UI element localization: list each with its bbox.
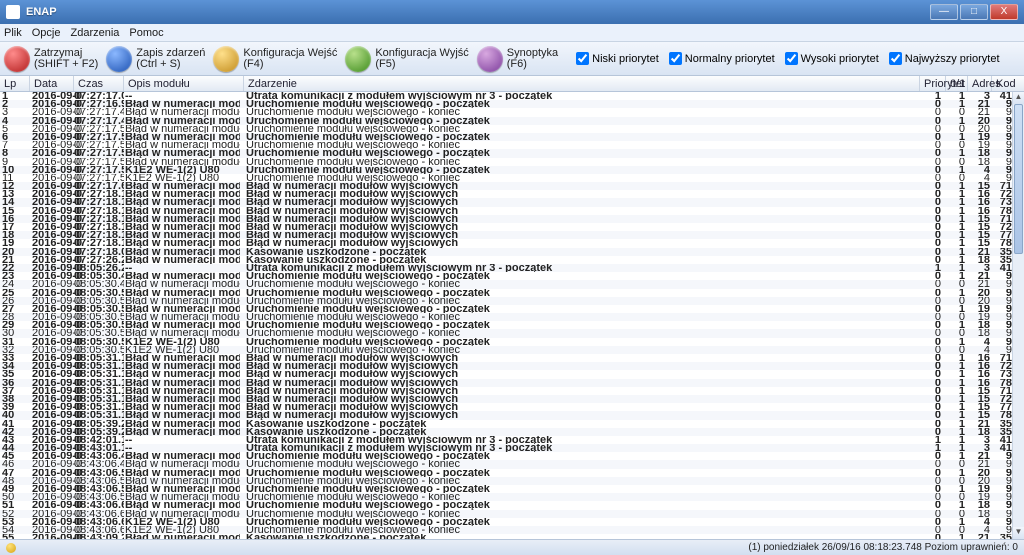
table-row[interactable]: 162016-09-0307:27:18.167Błąd w numeracji… bbox=[0, 215, 1012, 223]
table-row[interactable]: 282016-09-0308:05:30.530Błąd w numeracji… bbox=[0, 313, 1012, 321]
table-row[interactable]: 122016-09-0307:27:17.619Błąd w numeracji… bbox=[0, 182, 1012, 190]
table-row[interactable]: 412016-09-0308:05:39.286Błąd w numeracji… bbox=[0, 420, 1012, 428]
table-row[interactable]: 472016-09-0308:43:06.525Błąd w numeracji… bbox=[0, 469, 1012, 477]
table-row[interactable]: 332016-09-0308:05:31.131Błąd w numeracji… bbox=[0, 354, 1012, 362]
col-zd[interactable]: Zdarzenie bbox=[244, 76, 920, 91]
table-row[interactable]: 32016-09-0307:27:17.467Błąd w numeracji … bbox=[0, 108, 1012, 116]
scroll-thumb[interactable] bbox=[1014, 104, 1023, 254]
menu-zdarzenia[interactable]: Zdarzenia bbox=[70, 27, 119, 39]
table-row[interactable]: 172016-09-0307:27:18.167Błąd w numeracji… bbox=[0, 223, 1012, 231]
config-out-icon bbox=[345, 46, 371, 72]
scroll-up-icon[interactable]: ▲ bbox=[1013, 92, 1024, 104]
col-czas[interactable]: Czas bbox=[74, 76, 124, 91]
table-row[interactable]: 112016-09-0307:27:17.595K1E2 WE-1(2) U80… bbox=[0, 174, 1012, 182]
table-row[interactable]: 312016-09-0308:05:30.596K1E2 WE-1(2) U80… bbox=[0, 338, 1012, 346]
table-row[interactable]: 492016-09-0308:43:06.573Błąd w numeracji… bbox=[0, 485, 1012, 493]
menu-opcje[interactable]: Opcje bbox=[32, 27, 61, 39]
check-najwyzszy[interactable]: Najwyższy priorytet bbox=[889, 52, 1000, 65]
table-row[interactable]: 192016-09-0307:27:18.168Błąd w numeracji… bbox=[0, 239, 1012, 247]
table-row[interactable]: 252016-09-0308:05:30.501Błąd w numeracji… bbox=[0, 289, 1012, 297]
col-opis[interactable]: Opis modułu bbox=[124, 76, 244, 91]
synoptyka-icon bbox=[477, 46, 503, 72]
tb-konf-wejsc[interactable]: Konfiguracja Wejść(F4) bbox=[213, 46, 337, 72]
table-row[interactable]: 452016-09-0308:43:06.490Błąd w numeracji… bbox=[0, 452, 1012, 460]
table-row[interactable]: 52016-09-0307:27:17.500Błąd w numeracji … bbox=[0, 125, 1012, 133]
table-row[interactable]: 462016-09-0308:43:06.490Błąd w numeracji… bbox=[0, 460, 1012, 468]
table-row[interactable]: 62016-09-0307:27:17.528Błąd w numeracji … bbox=[0, 133, 1012, 141]
table-row[interactable]: 342016-09-0308:05:31.131Błąd w numeracji… bbox=[0, 362, 1012, 370]
table-row[interactable]: 272016-09-0308:05:30.530Błąd w numeracji… bbox=[0, 305, 1012, 313]
table-row[interactable]: 352016-09-0308:05:31.131Błąd w numeracji… bbox=[0, 370, 1012, 378]
check-niski[interactable]: Niski priorytet bbox=[576, 52, 659, 65]
config-in-icon bbox=[213, 46, 239, 72]
table-row[interactable]: 502016-09-0308:43:06.573Błąd w numeracji… bbox=[0, 493, 1012, 501]
table-row[interactable]: 142016-09-0307:27:18.131Błąd w numeracji… bbox=[0, 198, 1012, 206]
table-row[interactable]: 82016-09-0307:27:17.563Błąd w numeracji … bbox=[0, 149, 1012, 157]
table-row[interactable]: 532016-09-0308:43:06.653K1E2 WE-1(2) U80… bbox=[0, 518, 1012, 526]
status-indicator-icon bbox=[6, 543, 16, 553]
tb-zapis[interactable]: Zapis zdarzeń(Ctrl + S) bbox=[106, 46, 205, 72]
table-row[interactable]: 42016-09-0307:27:17.499Błąd w numeracji … bbox=[0, 117, 1012, 125]
table-row[interactable]: 432016-09-0308:42:01.130--Utrata komunik… bbox=[0, 436, 1012, 444]
table-row[interactable]: 202016-09-0307:27:18.094Błąd w numeracji… bbox=[0, 248, 1012, 256]
table-row[interactable]: 422016-09-0308:05:39.260Błąd w numeracji… bbox=[0, 428, 1012, 436]
save-icon bbox=[106, 46, 132, 72]
table-row[interactable]: 442016-09-0308:43:01.128--Utrata komunik… bbox=[0, 444, 1012, 452]
table-row[interactable]: 212016-09-0307:27:26.261Błąd w numeracji… bbox=[0, 256, 1012, 264]
table-row[interactable]: 22016-09-0307:27:16.955Błąd w numeracji … bbox=[0, 100, 1012, 108]
minimize-button[interactable]: — bbox=[930, 4, 958, 20]
status-bar: (1) poniedziałek 26/09/16 08:18:23.748 P… bbox=[0, 539, 1024, 555]
title-bar: ENAP — □ X bbox=[0, 0, 1024, 24]
table-row[interactable]: 222016-09-0308:05:26.249--Utrata komunik… bbox=[0, 264, 1012, 272]
table-row[interactable]: 402016-09-0308:05:31.168Błąd w numeracji… bbox=[0, 411, 1012, 419]
tb-zatrzymaj[interactable]: Zatrzymaj(SHIFT + F2) bbox=[4, 46, 98, 72]
table-row[interactable]: 522016-09-0308:43:06.613Błąd w numeracji… bbox=[0, 510, 1012, 518]
table-row[interactable]: 382016-09-0308:05:31.168Błąd w numeracji… bbox=[0, 395, 1012, 403]
table-row[interactable]: 12016-09-0307:27:17.089--Utrata komunika… bbox=[0, 92, 1012, 100]
toolbar: Zatrzymaj(SHIFT + F2) Zapis zdarzeń(Ctrl… bbox=[0, 42, 1024, 76]
table-row[interactable]: 542016-09-0308:43:06.653K1E2 WE-1(2) U80… bbox=[0, 526, 1012, 534]
table-row[interactable]: 392016-09-0308:05:31.168Błąd w numeracji… bbox=[0, 403, 1012, 411]
window-title: ENAP bbox=[26, 6, 928, 18]
table-row[interactable]: 262016-09-0308:05:30.501Błąd w numeracji… bbox=[0, 297, 1012, 305]
vertical-scrollbar[interactable]: ▲ ▼ bbox=[1012, 92, 1024, 539]
priority-checks: Niski priorytet Normalny priorytet Wysok… bbox=[576, 52, 999, 65]
table-row[interactable]: 132016-09-0307:27:18.131Błąd w numeracji… bbox=[0, 190, 1012, 198]
app-icon bbox=[6, 5, 20, 19]
table-row[interactable]: 362016-09-0308:05:31.131Błąd w numeracji… bbox=[0, 379, 1012, 387]
table-header: Lp ▼ Data Czas Opis modułu Zdarzenie Pri… bbox=[0, 76, 1024, 92]
col-lp[interactable]: Lp ▼ bbox=[0, 76, 30, 91]
table-row[interactable]: 512016-09-0308:43:06.613Błąd w numeracji… bbox=[0, 501, 1012, 509]
tb-synoptyka[interactable]: Synoptyka(F6) bbox=[477, 46, 558, 72]
menu-plik[interactable]: Plik bbox=[4, 27, 22, 39]
table-row[interactable]: 482016-09-0308:43:06.525Błąd w numeracji… bbox=[0, 477, 1012, 485]
col-01[interactable]: 0/1 bbox=[946, 76, 968, 91]
scroll-down-icon[interactable]: ▼ bbox=[1013, 527, 1024, 539]
stop-icon bbox=[4, 46, 30, 72]
table-row[interactable]: 232016-09-0308:05:30.466Błąd w numeracji… bbox=[0, 272, 1012, 280]
check-wysoki[interactable]: Wysoki priorytet bbox=[785, 52, 879, 65]
table-row[interactable]: 292016-09-0308:05:30.562Błąd w numeracji… bbox=[0, 321, 1012, 329]
table-row[interactable]: 182016-09-0307:27:18.167Błąd w numeracji… bbox=[0, 231, 1012, 239]
table-body: 12016-09-0307:27:17.089--Utrata komunika… bbox=[0, 92, 1012, 539]
tb-konf-wyjsc[interactable]: Konfiguracja Wyjść(F5) bbox=[345, 46, 468, 72]
maximize-button[interactable]: □ bbox=[960, 4, 988, 20]
table-row[interactable]: 92016-09-0307:27:17.563Błąd w numeracji … bbox=[0, 158, 1012, 166]
table-row[interactable]: 242016-09-0308:05:30.466Błąd w numeracji… bbox=[0, 280, 1012, 288]
table-row[interactable]: 152016-09-0307:27:18.131Błąd w numeracji… bbox=[0, 207, 1012, 215]
check-normalny[interactable]: Normalny priorytet bbox=[669, 52, 775, 65]
table-row[interactable]: 322016-09-0308:05:30.596K1E2 WE-1(2) U80… bbox=[0, 346, 1012, 354]
status-right: (1) poniedziałek 26/09/16 08:18:23.748 P… bbox=[748, 542, 1018, 553]
table-row[interactable]: 372016-09-0308:05:31.168Błąd w numeracji… bbox=[0, 387, 1012, 395]
col-pri[interactable]: Priorytet bbox=[920, 76, 946, 91]
table-row[interactable]: 102016-09-0307:27:17.595K1E2 WE-1(2) U80… bbox=[0, 166, 1012, 174]
menu-pomoc[interactable]: Pomoc bbox=[129, 27, 163, 39]
col-kod[interactable]: Kod bbox=[992, 76, 1012, 91]
menu-bar: Plik Opcje Zdarzenia Pomoc bbox=[0, 24, 1024, 42]
table-row[interactable]: 302016-09-0308:05:30.562Błąd w numeracji… bbox=[0, 329, 1012, 337]
col-data[interactable]: Data bbox=[30, 76, 74, 91]
col-adres[interactable]: Adres bbox=[968, 76, 992, 91]
table-row[interactable]: 72016-09-0307:27:17.528Błąd w numeracji … bbox=[0, 141, 1012, 149]
close-button[interactable]: X bbox=[990, 4, 1018, 20]
